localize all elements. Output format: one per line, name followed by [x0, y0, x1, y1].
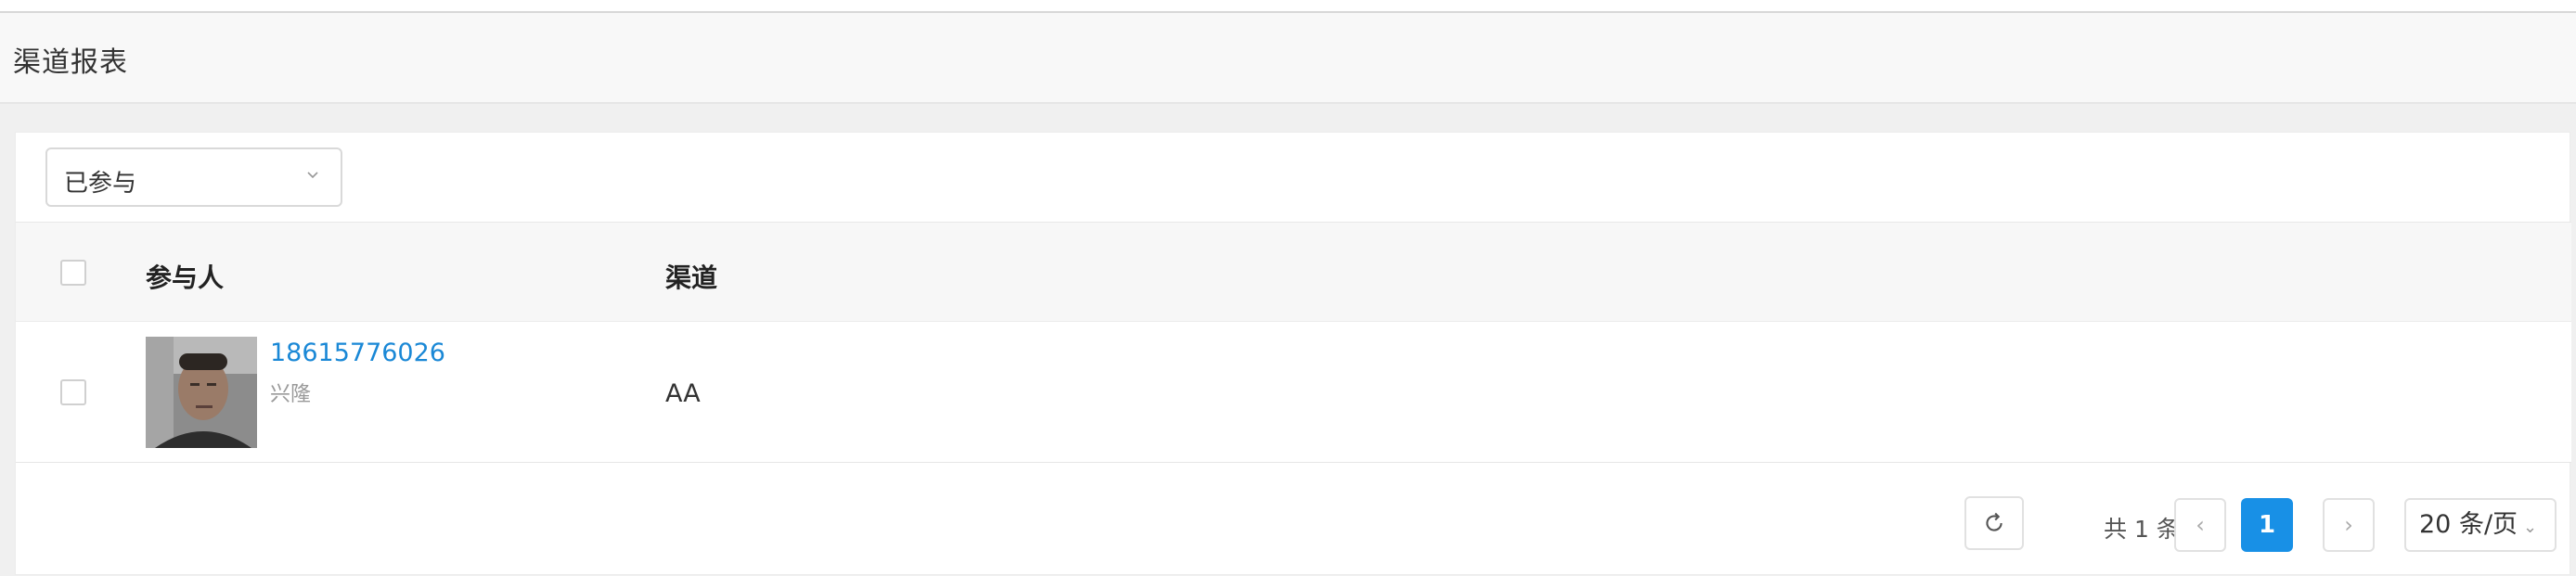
next-page-button[interactable]: › — [2323, 498, 2375, 552]
participant-name: 兴隆 — [270, 383, 312, 406]
page-size-select[interactable]: 20 条/页 ⌄ — [2404, 498, 2557, 552]
pagination-bar: 共 1 条 ‹ 1 › 20 条/页 ⌄ — [16, 463, 2571, 576]
refresh-icon — [1986, 512, 2003, 531]
table-header: 参与人 渠道 — [16, 222, 2571, 322]
report-panel: 已参与 参与人 渠道 18615776026 兴隆 AA 共 1 条 ‹ 1 ›… — [15, 132, 2571, 576]
row-checkbox[interactable] — [60, 379, 86, 405]
chevron-down-icon: ⌄ — [2523, 518, 2538, 537]
column-header-participant: 参与人 — [146, 262, 225, 293]
participant-phone-link[interactable]: 18615776026 — [270, 339, 445, 367]
channel-value: AA — [665, 379, 701, 408]
top-border — [0, 0, 2576, 13]
participation-filter-select[interactable]: 已参与 — [45, 147, 342, 207]
select-all-checkbox[interactable] — [60, 260, 86, 286]
page-title: 渠道报表 — [13, 46, 128, 79]
column-header-channel: 渠道 — [665, 262, 718, 293]
refresh-button[interactable] — [1964, 496, 2024, 550]
table-row: 18615776026 兴隆 AA — [16, 322, 2571, 463]
prev-page-button[interactable]: ‹ — [2174, 498, 2226, 552]
chevron-down-icon — [305, 164, 320, 187]
total-count: 共 1 条 — [2104, 516, 2180, 543]
filter-selected-value: 已参与 — [64, 170, 137, 198]
page-size-value: 20 条/页 — [2419, 510, 2518, 539]
avatar — [146, 337, 257, 448]
page-header: 渠道报表 — [0, 13, 2576, 104]
page-number-current[interactable]: 1 — [2241, 498, 2293, 552]
